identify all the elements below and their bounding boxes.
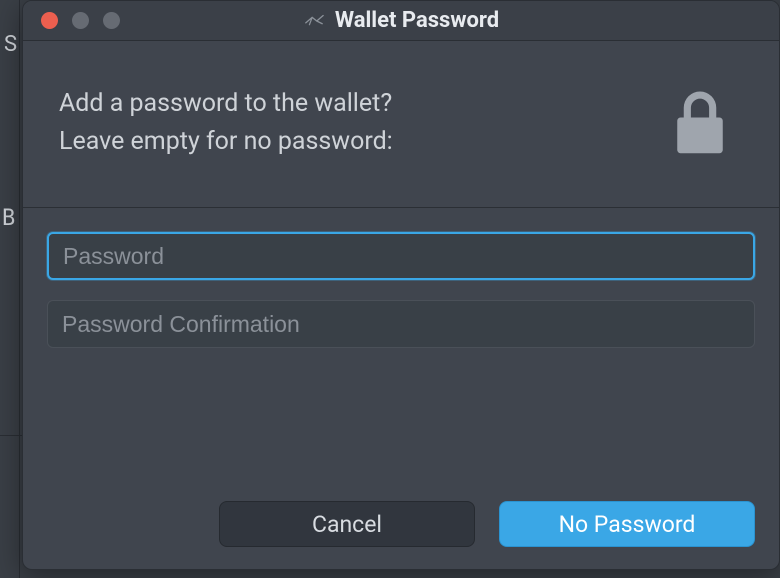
prompt-line-2: Leave empty for no password: [59, 123, 393, 161]
background-sidebar: S B [0, 0, 20, 578]
lock-icon [657, 81, 743, 167]
no-password-button[interactable]: No Password [499, 501, 755, 547]
prompt-text: Add a password to the wallet? Leave empt… [59, 85, 393, 160]
wallet-password-dialog: Wallet Password Add a password to the wa… [22, 0, 780, 570]
app-bird-icon [303, 10, 325, 32]
traffic-lights [23, 12, 120, 29]
inputs-area [23, 208, 779, 348]
password-input[interactable] [47, 232, 755, 280]
maximize-window-button[interactable] [103, 12, 120, 29]
titlebar: Wallet Password [23, 1, 779, 41]
minimize-window-button[interactable] [72, 12, 89, 29]
close-window-button[interactable] [41, 12, 58, 29]
prompt-area: Add a password to the wallet? Leave empt… [23, 41, 779, 208]
dialog-content: Add a password to the wallet? Leave empt… [23, 41, 779, 348]
bg-letter-b: B [2, 206, 15, 231]
password-confirmation-input[interactable] [47, 300, 755, 348]
window-title: Wallet Password [335, 8, 499, 33]
buttons-area: Cancel No Password [219, 501, 755, 547]
bg-letter-s: S [4, 32, 17, 57]
cancel-button[interactable]: Cancel [219, 501, 475, 547]
prompt-line-1: Add a password to the wallet? [59, 85, 393, 123]
titlebar-center: Wallet Password [23, 8, 779, 33]
bg-divider [0, 435, 22, 436]
